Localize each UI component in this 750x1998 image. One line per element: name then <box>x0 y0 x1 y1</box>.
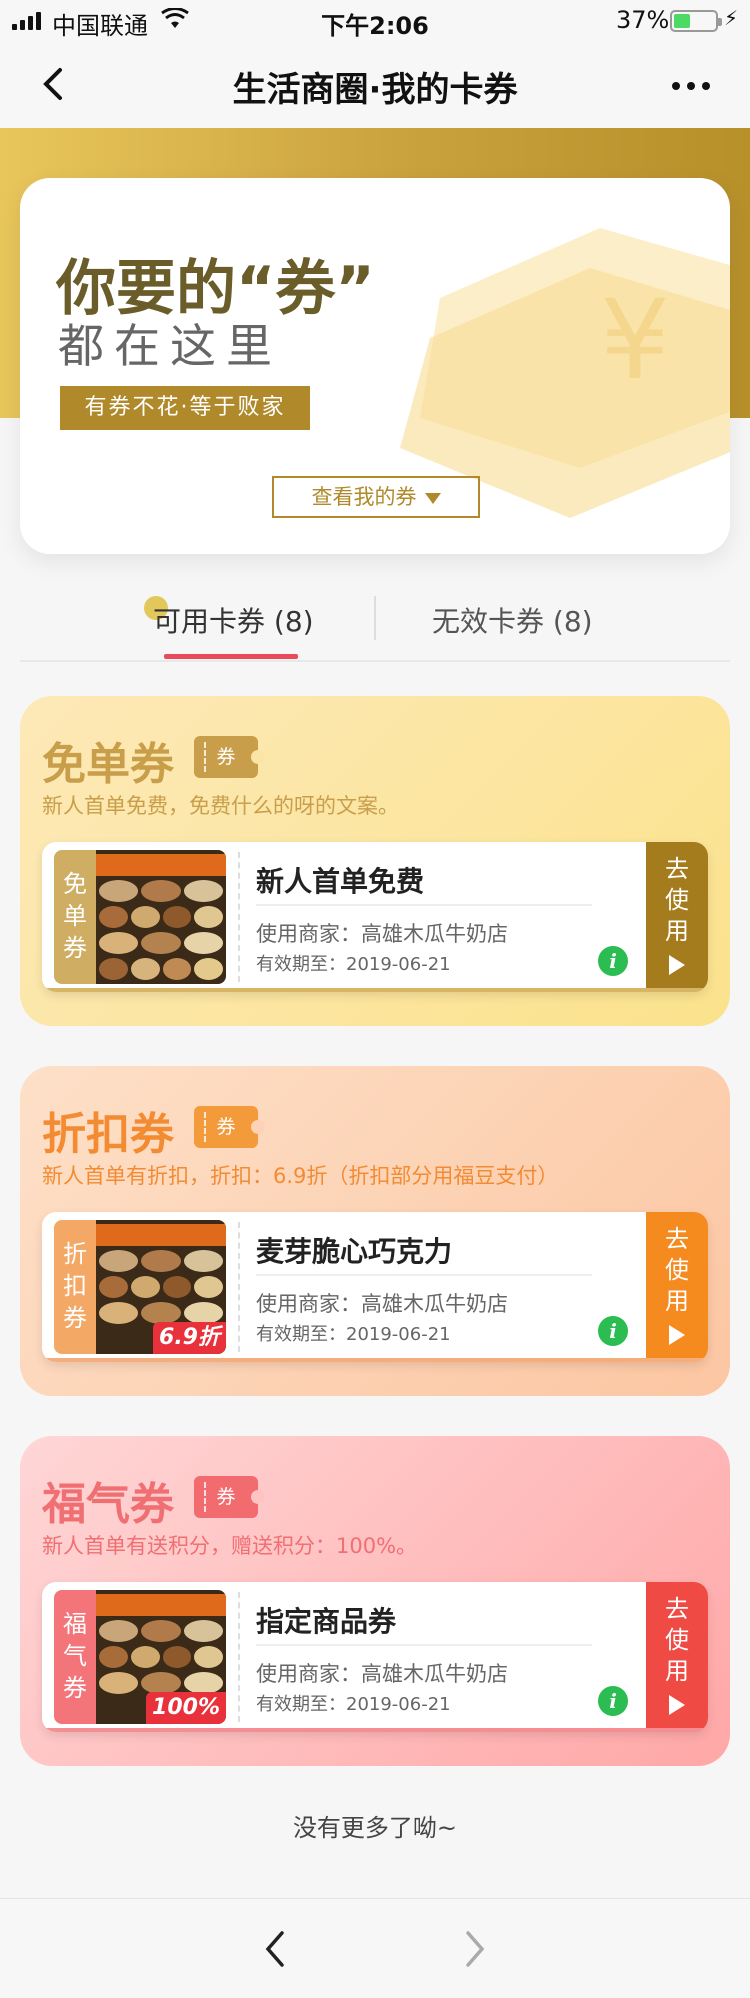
section-title: 折扣券 <box>42 1109 174 1160</box>
section-title: 福气券 <box>42 1479 174 1530</box>
page-title: 生活商圈·我的卡券 <box>232 70 518 110</box>
play-icon <box>669 1325 685 1345</box>
coupon-thumbnail: 6.9折 <box>96 1220 226 1354</box>
coupon-name: 新人首单免费 <box>256 865 425 898</box>
coupon-side-label: 免单券 <box>54 850 96 984</box>
coupon-badge: 券 <box>194 736 265 778</box>
coupon-card[interactable]: 福气券 100% 指定商品券 使用商家：高雄木瓜牛奶店 有效期至：2019-06… <box>42 1582 708 1732</box>
coupon-card[interactable]: 折扣券 6.9折 麦芽脆心巧克力 使用商家：高雄木瓜牛奶店 有效期至：2019-… <box>42 1212 708 1362</box>
coupon-merchant: 使用商家：高雄木瓜牛奶店 <box>256 922 508 946</box>
card-perforation <box>238 852 240 982</box>
section-subtitle: 新人首单免费，免费什么的呀的文案。 <box>42 794 399 818</box>
coupon-badge-label: 券 <box>216 1116 236 1138</box>
name-divider <box>256 1644 592 1646</box>
section-subtitle: 新人首单有折扣，折扣：6.9折（折扣部分用福豆支付） <box>42 1164 559 1188</box>
status-bar: 中国联通 下午2:06 37% ⚡ <box>0 0 750 40</box>
thumb-points-badge: 100% <box>146 1692 226 1724</box>
chevron-right-icon[interactable] <box>462 1929 488 1969</box>
play-icon <box>669 955 685 975</box>
chevron-left-icon[interactable] <box>262 1929 288 1969</box>
coupon-card[interactable]: 免单券 新人首单免费 使用商家：高雄木瓜牛奶店 有效期至：2019-06-21 … <box>42 842 708 992</box>
card-perforation <box>238 1592 240 1722</box>
coupon-thumbnail <box>96 850 226 984</box>
name-divider <box>256 1274 592 1276</box>
play-icon <box>669 1695 685 1715</box>
card-perforation <box>238 1222 240 1352</box>
coupon-section-discount: 折扣券 券 新人首单有折扣，折扣：6.9折（折扣部分用福豆支付） 折扣券 6.9… <box>20 1066 730 1396</box>
coupon-badge-label: 券 <box>216 1486 236 1508</box>
section-subtitle: 新人首单有送积分，赠送积分：100%。 <box>42 1534 418 1558</box>
coupon-badge: 券 <box>194 1476 265 1518</box>
use-coupon-button[interactable]: 去使用 <box>646 1582 708 1732</box>
name-divider <box>256 904 592 906</box>
triangle-down-icon <box>424 492 441 504</box>
no-more-text: 没有更多了呦~ <box>292 1814 458 1842</box>
banner-subline: 都在这里 <box>58 319 282 373</box>
section-title: 免单券 <box>42 739 174 790</box>
coupon-expiry: 有效期至：2019-06-21 <box>256 954 451 975</box>
coupon-section-luck: 福气券 券 新人首单有送积分，赠送积分：100%。 福气券 100% 指定商品券… <box>20 1436 730 1766</box>
svg-text:¥: ¥ <box>600 276 670 404</box>
ticket-illustration-icon: ¥ <box>400 228 730 518</box>
battery-icon <box>670 10 722 32</box>
banner-tag: 有券不花·等于败家 <box>60 386 310 430</box>
battery-percent: 37% <box>616 6 670 34</box>
use-coupon-label: 去使用 <box>665 1595 689 1685</box>
nav-bar: 生活商圈·我的卡券 <box>0 40 750 128</box>
tab-available[interactable]: 可用卡券 (8) <box>153 600 314 640</box>
more-dots-icon[interactable] <box>672 82 710 90</box>
coupon-merchant: 使用商家：高雄木瓜牛奶店 <box>256 1292 508 1316</box>
coupon-side-label: 折扣券 <box>54 1220 96 1354</box>
tab-invalid[interactable]: 无效卡券 (8) <box>432 600 593 640</box>
browser-toolbar <box>0 1898 750 1998</box>
coupon-name: 指定商品券 <box>256 1605 397 1638</box>
coupon-badge: 券 <box>194 1106 265 1148</box>
coupon-name: 麦芽脆心巧克力 <box>256 1235 453 1268</box>
use-coupon-label: 去使用 <box>665 1225 689 1315</box>
coupon-side-label: 福气券 <box>54 1590 96 1724</box>
banner-card: ¥ 你要的“券” 都在这里 有券不花·等于败家 查看我的券 <box>20 178 730 554</box>
thumb-discount-badge: 6.9折 <box>153 1322 226 1354</box>
view-my-coupons-button[interactable]: 查看我的券 <box>272 476 480 518</box>
charging-icon: ⚡ <box>724 6 739 30</box>
coupon-merchant: 使用商家：高雄木瓜牛奶店 <box>256 1662 508 1686</box>
coupon-expiry: 有效期至：2019-06-21 <box>256 1324 451 1345</box>
coupon-badge-label: 券 <box>216 746 236 768</box>
info-icon[interactable]: i <box>598 946 628 976</box>
coupon-tabs: 可用卡券 (8) 无效卡券 (8) <box>20 582 730 662</box>
use-coupon-button[interactable]: 去使用 <box>646 842 708 992</box>
use-coupon-button[interactable]: 去使用 <box>646 1212 708 1362</box>
view-my-coupons-label: 查看我的券 <box>311 485 417 509</box>
active-tab-indicator <box>164 654 298 659</box>
use-coupon-label: 去使用 <box>665 855 689 945</box>
coupon-thumbnail: 100% <box>96 1590 226 1724</box>
coupon-expiry: 有效期至：2019-06-21 <box>256 1694 451 1715</box>
coupon-section-free: 免单券 券 新人首单免费，免费什么的呀的文案。 免单券 新人首单免费 使用商家：… <box>20 696 730 1026</box>
tab-divider <box>374 596 376 640</box>
info-icon[interactable]: i <box>598 1686 628 1716</box>
info-icon[interactable]: i <box>598 1316 628 1346</box>
